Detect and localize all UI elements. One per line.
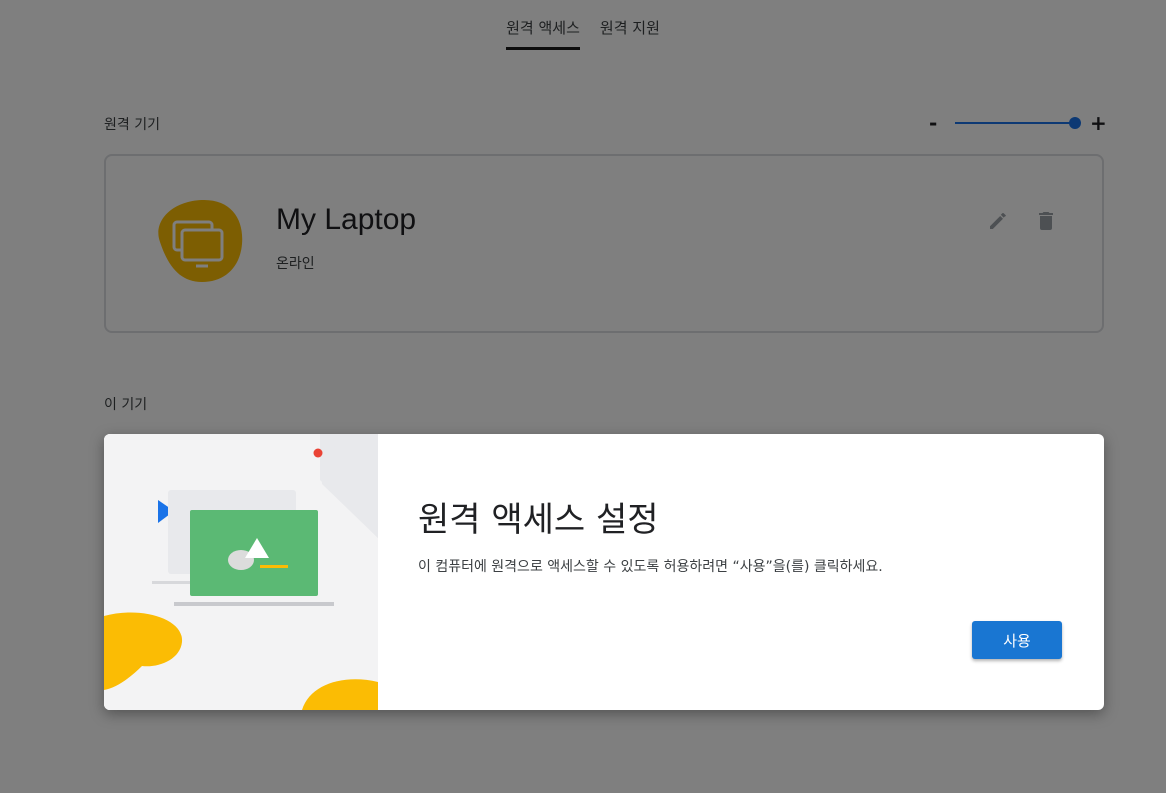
- enable-button[interactable]: 사용: [972, 621, 1062, 659]
- dialog-title: 원격 액세스 설정: [418, 500, 659, 540]
- dialog-description: 이 컴퓨터에 원격으로 액세스할 수 있도록 허용하려면 “사용”을(를) 클릭…: [418, 559, 883, 575]
- setup-dialog: 원격 액세스 설정 이 컴퓨터에 원격으로 액세스할 수 있도록 허용하려면 “…: [104, 434, 1104, 710]
- setup-illustration: [104, 434, 378, 710]
